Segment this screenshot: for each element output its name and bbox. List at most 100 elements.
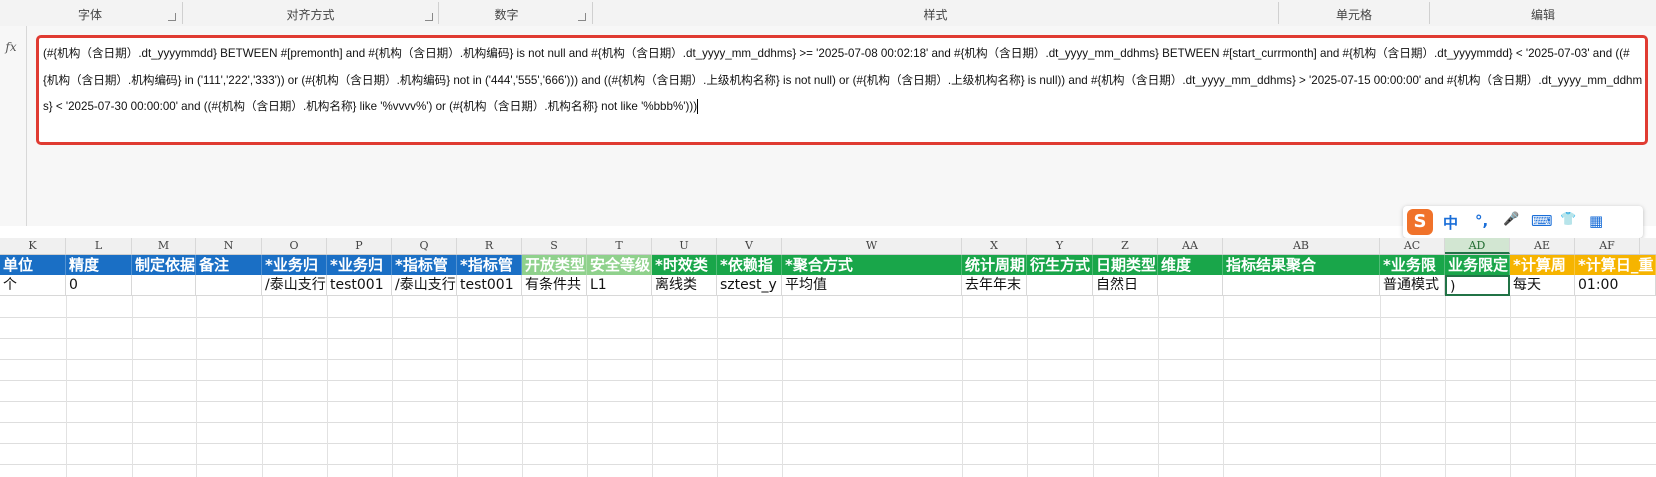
column-header-ae[interactable]: AE	[1510, 238, 1575, 254]
ribbon-group-cells: 单元格	[1335, 8, 1372, 22]
column-header-aa[interactable]: AA	[1158, 238, 1223, 254]
grid-col-line	[132, 296, 133, 477]
header-cell-date-type[interactable]: 日期类型	[1093, 255, 1158, 275]
grid-col-line	[782, 296, 783, 477]
alignment-dialog-launcher-icon[interactable]	[425, 13, 433, 21]
grid-col-line	[962, 296, 963, 477]
column-header-l[interactable]: L	[66, 238, 132, 254]
ribbon-group-bar: 字体 对齐方式 数字 样式 单元格 编辑	[0, 0, 1656, 27]
column-header-n[interactable]: N	[196, 238, 262, 254]
header-cell-derive-method[interactable]: 衍生方式	[1027, 255, 1093, 275]
data-cell-business-owner-1[interactable]: /泰山支行	[262, 275, 327, 296]
header-cell-precision[interactable]: 精度	[66, 255, 132, 275]
column-header-w[interactable]: W	[782, 238, 962, 254]
grid-col-line	[327, 296, 328, 477]
font-dialog-launcher-icon[interactable]	[168, 13, 176, 21]
grid-col-line	[1575, 296, 1576, 477]
data-cell-indicator-manager-2[interactable]: test001	[457, 275, 522, 296]
data-cell-calc-period[interactable]: 每天	[1510, 275, 1575, 296]
grid-col-line	[392, 296, 393, 477]
data-cell-business-owner-2[interactable]: test001	[327, 275, 392, 296]
header-cell-remark[interactable]: 备注	[196, 255, 262, 275]
header-cell-calc-period[interactable]: *计算周	[1510, 255, 1575, 275]
header-cell-business-owner-2[interactable]: *业务归	[327, 255, 392, 275]
number-dialog-launcher-icon[interactable]	[578, 13, 586, 21]
column-header-ac[interactable]: AC	[1380, 238, 1445, 254]
header-cell-business-limit[interactable]: *业务限	[1380, 255, 1445, 275]
data-cell-indicator-manager-1[interactable]: /泰山支行	[392, 275, 457, 296]
data-cell-security-level[interactable]: L1	[587, 275, 652, 296]
header-cell-security-level[interactable]: 安全等级	[587, 255, 652, 275]
column-header-m[interactable]: M	[132, 238, 196, 254]
column-header-v[interactable]: V	[717, 238, 782, 254]
header-cell-unit[interactable]: 单位	[0, 255, 66, 275]
grid-col-line	[717, 296, 718, 477]
header-cell-open-type[interactable]: 开放类型	[522, 255, 587, 275]
data-cell-date-type[interactable]: 自然日	[1093, 275, 1158, 296]
column-header-z[interactable]: Z	[1093, 238, 1158, 254]
skin-icon[interactable]: 👕	[1560, 212, 1576, 227]
grid-col-line	[1093, 296, 1094, 477]
grid-col-line	[1223, 296, 1224, 477]
data-cell-timeliness[interactable]: 离线类	[652, 275, 717, 296]
chinese-mode-icon[interactable]: 中	[1443, 212, 1458, 233]
insert-function-icon[interactable]: fx	[0, 40, 22, 54]
column-header-p[interactable]: P	[327, 238, 392, 254]
active-cell-ad[interactable]: )	[1445, 275, 1510, 296]
header-cell-dimension[interactable]: 维度	[1158, 255, 1223, 275]
column-header-k[interactable]: K	[0, 238, 66, 254]
column-header-y[interactable]: Y	[1027, 238, 1093, 254]
column-header-q[interactable]: Q	[392, 238, 457, 254]
microphone-icon[interactable]: 🎤	[1503, 212, 1519, 227]
data-cell-remark[interactable]	[196, 275, 262, 296]
column-header-row: K L M N O P Q R S T U V W X Y Z AA AB AC…	[0, 238, 1656, 255]
header-cell-business-owner-1[interactable]: *业务归	[262, 255, 327, 275]
grid-row-line	[0, 317, 1656, 318]
column-header-s[interactable]: S	[522, 238, 587, 254]
spreadsheet-grid: 单位 精度 制定依据 备注 *业务归 *业务归 *指标管 *指标管 开放类型 安…	[0, 255, 1656, 477]
data-cell-precision[interactable]: 0	[66, 275, 132, 296]
header-cell-result-aggregation[interactable]: 指标结果聚合	[1223, 255, 1380, 275]
header-cell-basis[interactable]: 制定依据	[132, 255, 196, 275]
header-cell-calc-day[interactable]: *计算日_重	[1575, 255, 1656, 275]
column-header-ad[interactable]: AD	[1445, 238, 1510, 254]
formula-input[interactable]: (#{机构（含日期）.dt_yyyymmdd} BETWEEN #[premon…	[36, 35, 1648, 145]
data-cell-aggregation[interactable]: 平均值	[782, 275, 962, 296]
header-cell-timeliness[interactable]: *时效类	[652, 255, 717, 275]
column-header-r[interactable]: R	[457, 238, 522, 254]
header-cell-dependency[interactable]: *依赖指	[717, 255, 782, 275]
data-cell-dimension[interactable]	[1158, 275, 1223, 296]
column-header-o[interactable]: O	[262, 238, 327, 254]
header-cell-indicator-manager-1[interactable]: *指标管	[392, 255, 457, 275]
column-header-af[interactable]: AF	[1575, 238, 1640, 254]
text-cursor	[697, 99, 699, 115]
formula-text: (#{机构（含日期）.dt_yyyymmdd} BETWEEN #[premon…	[43, 47, 1643, 113]
toolbox-icon[interactable]: ▦	[1589, 212, 1603, 230]
data-cell-calc-day[interactable]: 01:00	[1575, 275, 1656, 296]
data-cell-business-limit[interactable]: 普通模式	[1380, 275, 1445, 296]
grid-col-line	[457, 296, 458, 477]
column-header-u[interactable]: U	[652, 238, 717, 254]
grid-col-line	[522, 296, 523, 477]
column-header-ab[interactable]: AB	[1223, 238, 1380, 254]
data-cell-open-type[interactable]: 有条件共	[522, 275, 587, 296]
data-cell-unit[interactable]: 个	[0, 275, 66, 296]
column-header-t[interactable]: T	[587, 238, 652, 254]
data-cell-dependency[interactable]: sztest_y	[717, 275, 782, 296]
formula-bar-divider	[26, 26, 27, 226]
data-cell-stat-period[interactable]: 去年年末	[962, 275, 1027, 296]
column-header-x[interactable]: X	[962, 238, 1027, 254]
header-cell-indicator-manager-2[interactable]: *指标管	[457, 255, 522, 275]
keyboard-icon[interactable]: ⌨	[1531, 212, 1553, 230]
punctuation-icon[interactable]: °,	[1475, 212, 1488, 230]
header-cell-business-limit-2[interactable]: 业务限定	[1445, 255, 1510, 275]
sogou-logo-icon[interactable]: S	[1407, 209, 1433, 235]
data-cell-result-aggregation[interactable]	[1223, 275, 1380, 296]
ribbon-group-styles: 样式	[923, 8, 948, 22]
grid-col-line	[196, 296, 197, 477]
data-cell-derive-method[interactable]	[1027, 275, 1093, 296]
data-cell-basis[interactable]	[132, 275, 196, 296]
header-cell-aggregation[interactable]: *聚合方式	[782, 255, 962, 275]
grid-row-line	[0, 422, 1656, 423]
header-cell-stat-period[interactable]: 统计周期	[962, 255, 1027, 275]
